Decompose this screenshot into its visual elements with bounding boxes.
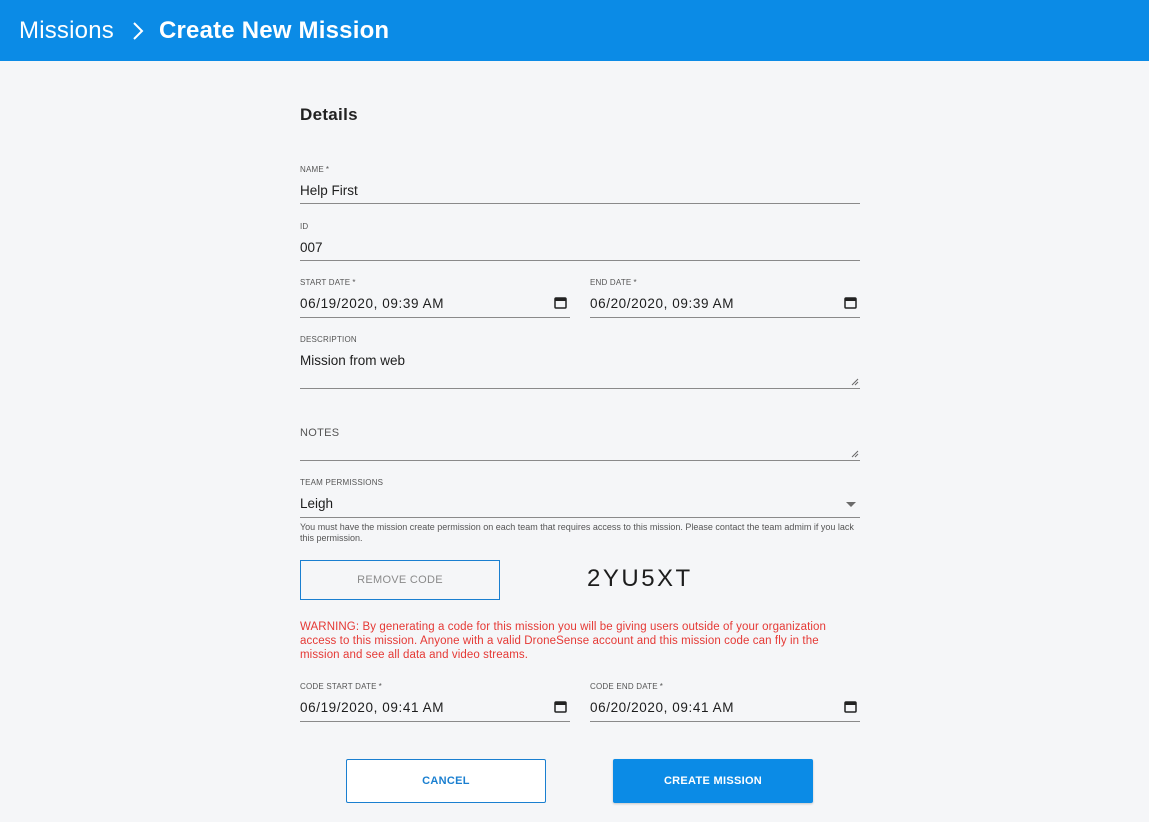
calendar-icon[interactable] [554, 700, 567, 713]
resize-handle-icon[interactable] [851, 450, 859, 458]
description-field[interactable]: DESCRIPTION Mission from web [300, 335, 860, 389]
description-label: DESCRIPTION [300, 335, 357, 344]
team-permissions-select[interactable]: TEAM PERMISSIONS Leigh [300, 478, 860, 518]
create-mission-button[interactable]: CREATE MISSION [613, 759, 813, 803]
code-start-date-field[interactable]: CODE START DATE * 06/19/2020, 09:41 AM [300, 682, 570, 722]
id-label: ID [300, 222, 309, 231]
top-app-bar: Missions Create New Mission [0, 0, 1149, 61]
chevron-right-icon [126, 19, 150, 43]
notes-field[interactable]: NOTES [300, 419, 860, 461]
resize-handle-icon[interactable] [851, 378, 859, 386]
cancel-button[interactable]: CANCEL [346, 759, 546, 803]
dropdown-arrow-icon[interactable] [846, 502, 856, 507]
page-title: Create New Mission [158, 16, 390, 44]
code-end-date-label: CODE END DATE * [590, 682, 664, 691]
mission-code: 2YU5XT [587, 565, 693, 592]
code-start-date-value[interactable]: 06/19/2020, 09:41 AM [300, 700, 444, 715]
start-date-field[interactable]: START DATE * 06/19/2020, 09:39 AM [300, 278, 570, 318]
team-permissions-value[interactable]: Leigh [300, 496, 333, 511]
start-date-value[interactable]: 06/19/2020, 09:39 AM [300, 296, 444, 311]
remove-code-button[interactable]: REMOVE CODE [300, 560, 500, 600]
start-date-label: START DATE * [300, 278, 356, 287]
end-date-label: END DATE * [590, 278, 637, 287]
team-permissions-helper-text: You must have the mission create permiss… [300, 522, 854, 543]
code-start-date-label: CODE START DATE * [300, 682, 382, 691]
calendar-icon[interactable] [554, 296, 567, 309]
end-date-value[interactable]: 06/20/2020, 09:39 AM [590, 296, 734, 311]
team-permissions-label: TEAM PERMISSIONS [300, 478, 384, 487]
id-input-value[interactable]: 007 [300, 240, 323, 255]
calendar-icon[interactable] [844, 296, 857, 309]
id-field[interactable]: ID 007 [300, 222, 860, 261]
breadcrumb-missions-link[interactable]: Missions [19, 17, 114, 45]
code-end-date-field[interactable]: CODE END DATE * 06/20/2020, 09:41 AM [590, 682, 860, 722]
name-input-value[interactable]: Help First [300, 183, 358, 198]
code-end-date-value[interactable]: 06/20/2020, 09:41 AM [590, 700, 734, 715]
name-field[interactable]: NAME * Help First [300, 165, 860, 204]
section-title-details: Details [300, 105, 358, 124]
calendar-icon[interactable] [844, 700, 857, 713]
notes-placeholder-label: NOTES [300, 427, 340, 439]
name-label: NAME * [300, 165, 330, 174]
description-textarea-value[interactable]: Mission from web [300, 353, 405, 368]
mission-code-warning: WARNING: By generating a code for this m… [300, 621, 827, 661]
end-date-field[interactable]: END DATE * 06/20/2020, 09:39 AM [590, 278, 860, 318]
